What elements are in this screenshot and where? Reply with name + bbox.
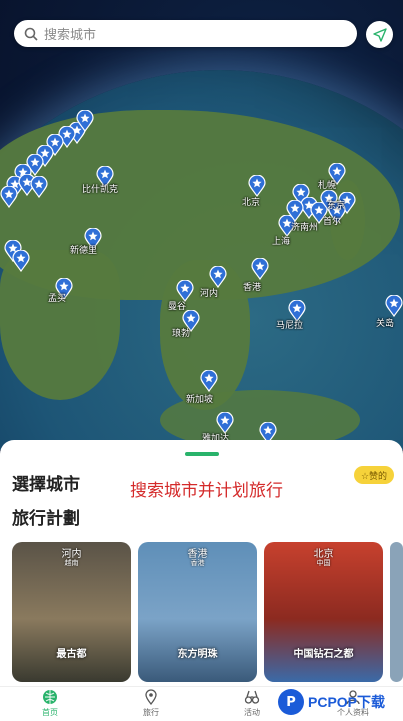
- card-country-name: 越南: [64, 559, 79, 567]
- tab-travel-label: 旅行: [143, 708, 159, 717]
- map-star-pin[interactable]: [248, 175, 266, 197]
- travel-plan-heading: 旅行計劃: [12, 509, 80, 529]
- pcpop-watermark: P PCPOP下载: [278, 684, 403, 720]
- map-label-vientiane: 琅勃: [172, 329, 191, 339]
- map-label-seoul: 首尔: [323, 217, 342, 227]
- map-label-bishkek: 比什凯克: [82, 185, 119, 195]
- city-card-beijing[interactable]: 北京 中国 中国钻石之都: [264, 542, 383, 682]
- card-caption: 东方明珠: [177, 649, 218, 660]
- select-city-heading: 選擇城市: [12, 475, 80, 495]
- map-label-beijing: 北京: [242, 198, 261, 208]
- map-label-tokyo: 东京: [327, 201, 346, 211]
- promo-caption: 搜索城市并计划旅行: [130, 481, 283, 501]
- card-country-name: 中国: [316, 559, 331, 567]
- map-star-pin[interactable]: [30, 176, 48, 198]
- binoculars-icon: [244, 690, 260, 704]
- city-card-hongkong[interactable]: 香港 香港 东方明珠: [138, 542, 257, 682]
- city-card-partial[interactable]: [390, 542, 403, 682]
- map-label-mumbai: 孟买: [48, 294, 67, 304]
- tab-travel[interactable]: 旅行: [111, 687, 191, 721]
- map-star-pin[interactable]: [12, 250, 30, 272]
- map-star-pin[interactable]: [251, 258, 269, 280]
- search-icon: [24, 27, 38, 41]
- city-sheet: 選擇城市 旅行計劃 搜索城市并计划旅行 ☆赞的 河内 越南 最古都 香港 香港 …: [0, 440, 403, 720]
- map-star-pin[interactable]: [76, 110, 94, 132]
- map-label-shanghai: 上海: [272, 237, 291, 247]
- map-label-bangkok: 曼谷: [168, 302, 187, 312]
- land-india: [0, 250, 120, 400]
- map-label-harbin: 札幌: [318, 181, 337, 191]
- map-label-guam: 关岛: [376, 319, 395, 329]
- map-star-pin[interactable]: [200, 370, 218, 392]
- pcpop-logo: P: [278, 689, 304, 715]
- globe-icon: [43, 690, 57, 704]
- pcpop-watermark-text: PCPOP下载: [308, 694, 386, 710]
- map-star-pin[interactable]: [0, 186, 18, 208]
- city-card-hanoi[interactable]: 河内 越南 最古都: [12, 542, 131, 682]
- map-label-hanoi: 河内: [200, 289, 219, 299]
- map-star-pin[interactable]: [385, 295, 403, 317]
- card-caption: 中国钻石之都: [293, 649, 354, 660]
- map-label-jinan: 济南州: [291, 223, 319, 233]
- map-star-pin[interactable]: [209, 266, 227, 288]
- sheet-drag-handle[interactable]: [185, 452, 219, 456]
- search-input[interactable]: 搜索城市: [44, 24, 96, 43]
- like-badge[interactable]: ☆赞的: [354, 466, 394, 484]
- map-label-newdelhi: 新德里: [70, 246, 98, 256]
- map-label-hongkong: 香港: [243, 283, 262, 293]
- tab-home[interactable]: 首页: [10, 687, 90, 721]
- navigation-arrow-icon: [372, 27, 387, 42]
- card-country-name: 香港: [190, 559, 205, 567]
- locate-button[interactable]: [366, 21, 393, 48]
- pin-icon: [145, 689, 157, 705]
- map-star-pin[interactable]: [286, 200, 304, 222]
- map-label-singapore: 新加坡: [186, 395, 214, 405]
- card-caption: 最古都: [56, 649, 87, 660]
- tab-home-label: 首页: [42, 708, 58, 717]
- search-bar[interactable]: 搜索城市: [14, 20, 357, 47]
- map-label-manila: 马尼拉: [276, 321, 304, 331]
